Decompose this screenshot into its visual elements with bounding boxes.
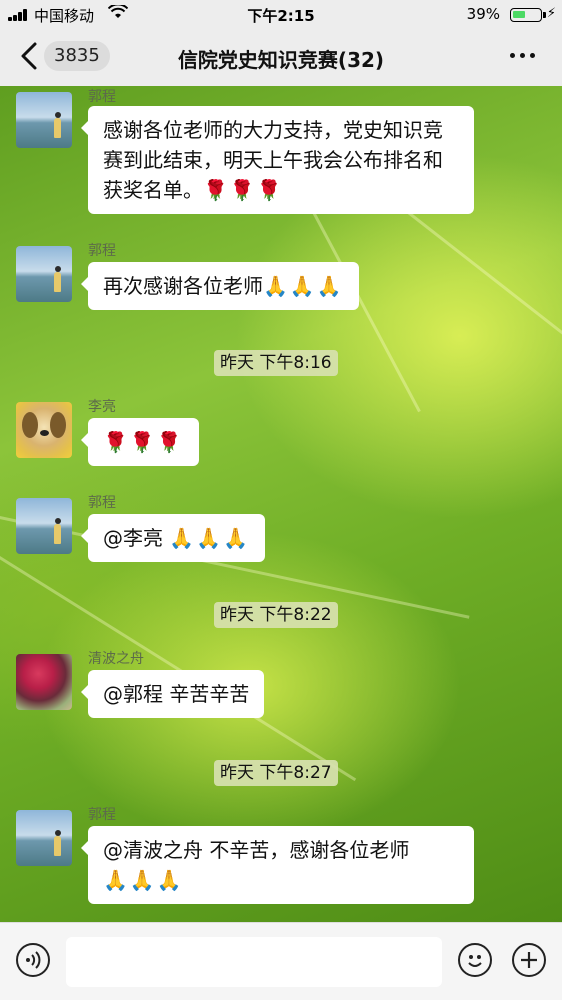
more-functions-button[interactable] [512, 943, 546, 977]
pray-emoji: 🙏🙏🙏 [263, 274, 344, 298]
status-bar: 中国移动 下午2:15 39% ⚡ [0, 0, 562, 28]
avatar-roses[interactable] [16, 654, 72, 710]
top-bar: 中国移动 下午2:15 39% ⚡ 3835 信院党史知识竞赛(32) [0, 0, 562, 86]
sender-name: 郭程 [88, 243, 116, 259]
message-bubble[interactable]: @郭程 辛苦辛苦 [80, 670, 265, 718]
message-bubble[interactable]: @李亮 🙏🙏🙏 [80, 514, 266, 562]
rose-emoji: 🌹🌹🌹 [103, 430, 184, 454]
sender-name: 郭程 [88, 495, 116, 511]
chat-title: 信院党史知识竞赛(32) [177, 48, 385, 72]
message-text: @李亮 [103, 526, 170, 550]
avatar-sea-girl[interactable] [16, 498, 72, 554]
avatar-puppy[interactable] [16, 402, 72, 458]
rose-emoji: 🌹🌹🌹 [203, 178, 284, 202]
input-bar [0, 922, 562, 1000]
pray-emoji: 🙏🙏🙏 [103, 868, 184, 892]
message-bubble[interactable]: 感谢各位老师的大力支持，党史知识竞赛到此结束，明天上午我会公布排名和获奖名单。🌹… [81, 106, 474, 214]
battery-percent: 39% [466, 5, 500, 23]
message-input[interactable] [66, 937, 442, 987]
charging-icon: ⚡ [546, 6, 556, 21]
plus-icon [521, 952, 537, 968]
message-text: @清波之舟 不辛苦，感谢各位老师 [103, 838, 410, 862]
sender-name: 清波之舟 [88, 651, 144, 667]
voice-input-button[interactable] [16, 943, 50, 977]
sender-name: 郭程 [88, 89, 116, 105]
avatar-sea-girl[interactable] [16, 92, 72, 148]
message-bubble[interactable]: 🌹🌹🌹 [81, 418, 199, 466]
smiley-icon [468, 955, 482, 967]
timestamp: 昨天 下午8:22 [214, 602, 338, 628]
timestamp: 昨天 下午8:27 [214, 760, 338, 786]
message-text: @郭程 辛苦辛苦 [103, 682, 250, 706]
emoji-button[interactable] [458, 943, 492, 977]
sender-name: 李亮 [88, 399, 116, 415]
message-text: 再次感谢各位老师 [103, 274, 263, 298]
voice-icon [26, 951, 41, 969]
message-bubble[interactable]: 再次感谢各位老师🙏🙏🙏 [81, 262, 359, 310]
avatar-sea-girl[interactable] [16, 810, 72, 866]
more-options-icon[interactable] [510, 50, 536, 60]
battery-icon [510, 8, 542, 22]
message-bubble[interactable]: @清波之舟 不辛苦，感谢各位老师 🙏🙏🙏 [81, 826, 474, 904]
sender-name: 郭程 [88, 807, 116, 823]
pray-emoji: 🙏🙏🙏 [169, 526, 251, 550]
avatar-sea-girl[interactable] [16, 246, 72, 302]
chat-area[interactable]: 郭程 感谢各位老师的大力支持，党史知识竞赛到此结束，明天上午我会公布排名和获奖名… [0, 86, 562, 922]
timestamp: 昨天 下午8:16 [214, 350, 338, 376]
